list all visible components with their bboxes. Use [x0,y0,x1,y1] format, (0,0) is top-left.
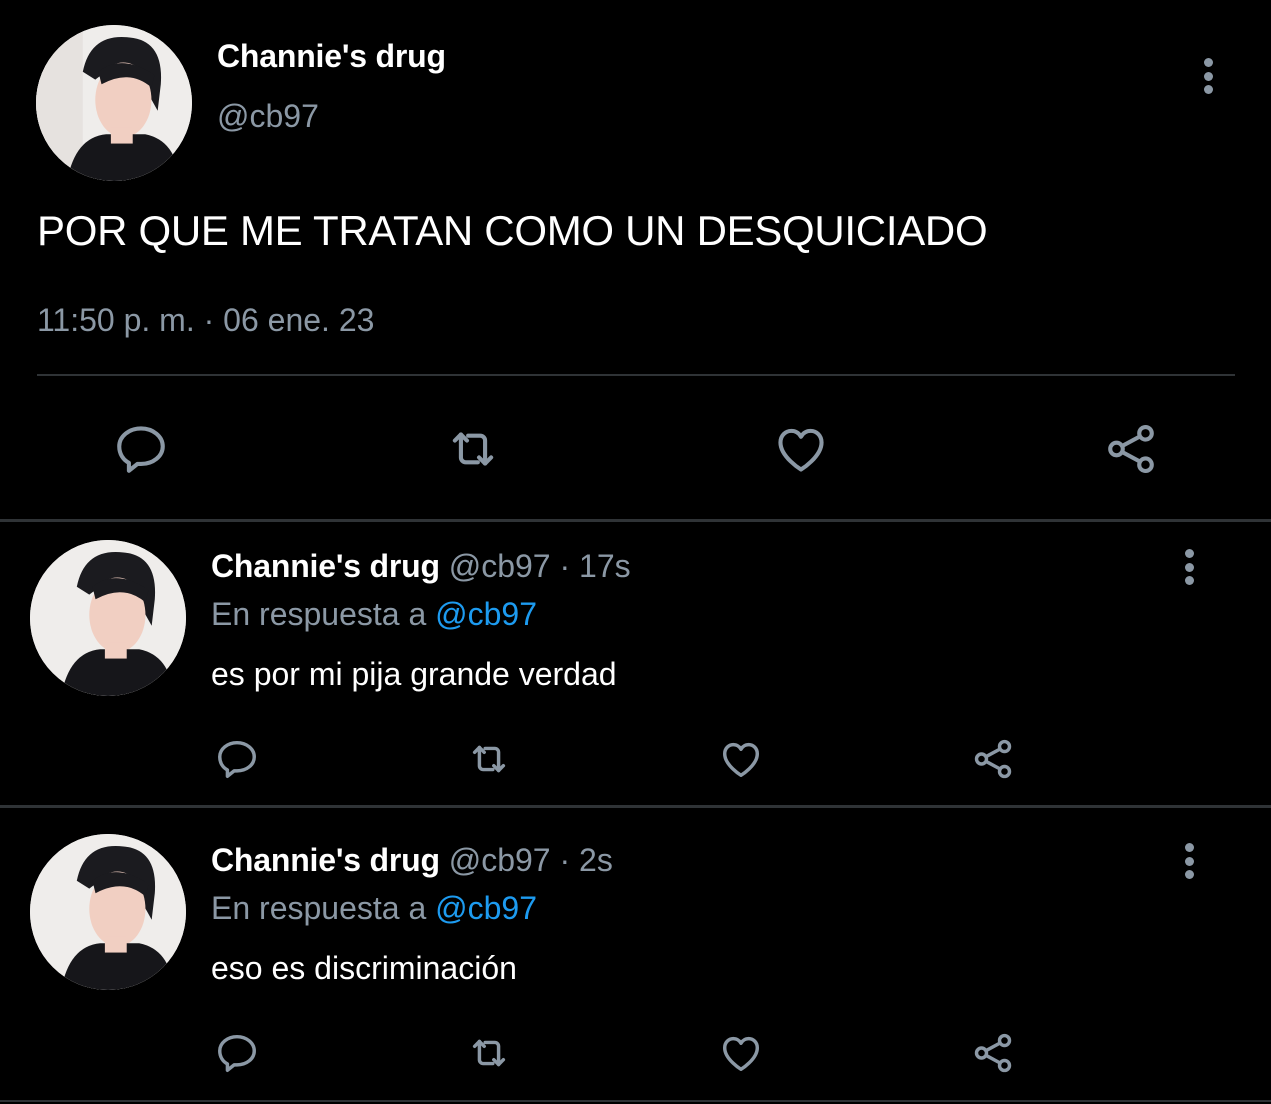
display-name[interactable]: Channie's drug [211,842,440,878]
reply-icon[interactable] [212,1030,262,1076]
separator: · [559,842,571,878]
display-name[interactable]: Channie's drug [211,548,440,584]
retweet-icon[interactable] [462,1030,516,1076]
avatar[interactable] [30,540,186,696]
reply-text: eso es discriminación [211,950,517,986]
divider [0,1100,1271,1102]
handle[interactable]: @cb97 [217,98,319,135]
reply-prefix: En respuesta a [211,890,427,926]
reply-icon[interactable] [110,418,172,480]
reply-icon[interactable] [212,736,262,782]
divider [0,805,1271,808]
reply-prefix: En respuesta a [211,596,427,632]
reply-text: es por mi pija grande verdad [211,656,617,692]
like-icon[interactable] [770,418,832,480]
more-options-icon[interactable] [1196,58,1220,94]
tweet-thread: Channie's drug @cb97 POR QUE ME TRATAN C… [0,0,1271,1104]
retweet-icon[interactable] [462,736,516,782]
avatar[interactable] [36,25,192,181]
share-icon[interactable] [968,736,1018,782]
mention-link[interactable]: @cb97 [435,890,537,926]
reply-time[interactable]: 17s [579,548,631,584]
like-icon[interactable] [716,736,766,782]
reply-header: Channie's drug @cb97 · 2s [211,842,613,879]
more-options-icon[interactable] [1177,843,1201,879]
reply-context: En respuesta a @cb97 [211,890,537,927]
divider [37,374,1235,376]
handle[interactable]: @cb97 [449,842,551,878]
mention-link[interactable]: @cb97 [435,596,537,632]
handle[interactable]: @cb97 [449,548,551,584]
reply-header: Channie's drug @cb97 · 17s [211,548,631,585]
reply-time[interactable]: 2s [579,842,613,878]
share-icon[interactable] [968,1030,1018,1076]
tweet-text: POR QUE ME TRATAN COMO UN DESQUICIADO [37,207,988,254]
more-options-icon[interactable] [1177,549,1201,585]
display-name[interactable]: Channie's drug [217,38,446,75]
divider [0,519,1271,522]
retweet-icon[interactable] [440,418,506,480]
separator: · [559,548,571,584]
tweet-timestamp[interactable]: 11:50 p. m. · 06 ene. 23 [37,302,374,339]
share-icon[interactable] [1100,418,1162,480]
reply-context: En respuesta a @cb97 [211,596,537,633]
like-icon[interactable] [716,1030,766,1076]
avatar[interactable] [30,834,186,990]
